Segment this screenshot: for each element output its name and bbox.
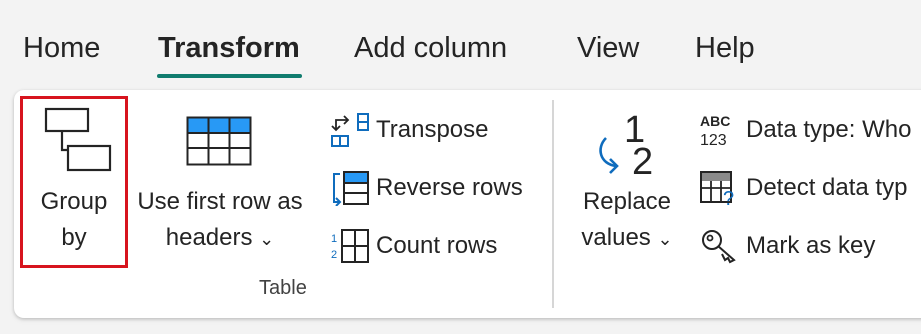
detect-data-type-label: Detect data typ	[746, 174, 908, 201]
selection-highlight	[20, 96, 128, 268]
replace-icon-two: 2	[632, 141, 653, 180]
mark-as-key-label: Mark as key	[746, 232, 876, 259]
group-separator	[552, 100, 554, 308]
use-first-row-label-line1: Use first row as	[137, 188, 303, 215]
svg-text:2: 2	[331, 249, 337, 261]
transpose-label: Transpose	[376, 116, 489, 143]
count-rows-icon: 1 2	[331, 229, 369, 263]
data-type-label: Data type: Who	[746, 116, 912, 143]
count-rows-button[interactable]: 1 2 Count rows	[330, 226, 520, 266]
tab-home[interactable]: Home	[23, 28, 100, 68]
transpose-button[interactable]: Transpose	[330, 110, 520, 150]
transpose-icon	[331, 113, 369, 147]
tab-view[interactable]: View	[577, 28, 639, 68]
use-first-row-label-text: headers	[165, 224, 253, 251]
reverse-rows-label: Reverse rows	[376, 174, 523, 201]
svg-text:?: ?	[723, 188, 734, 206]
table-group-label: Table	[259, 277, 307, 299]
active-tab-indicator	[157, 74, 302, 78]
detect-data-type-icon: ?	[700, 171, 734, 206]
reverse-rows-button[interactable]: Reverse rows	[330, 168, 540, 208]
tab-help[interactable]: Help	[695, 28, 755, 68]
use-first-row-label-line2: headers ⌄	[130, 220, 310, 257]
tab-transform[interactable]: Transform	[158, 28, 300, 68]
chevron-down-icon: ⌄	[259, 229, 275, 249]
replace-values-label-text: values	[581, 224, 651, 251]
key-icon	[702, 230, 736, 264]
data-type-icon-abc: ABC	[700, 113, 730, 129]
svg-text:1: 1	[331, 233, 337, 245]
replace-values-button[interactable]: 1 2 Replace values ⌄	[572, 100, 682, 264]
data-type-icon-123: 123	[700, 132, 727, 148]
mark-as-key-button[interactable]: Mark as key	[700, 226, 900, 266]
data-type-icon: ABC 123	[700, 113, 730, 148]
chevron-down-icon: ⌄	[657, 229, 673, 249]
use-first-row-as-headers-button[interactable]: Use first row as headers ⌄	[130, 100, 310, 264]
replace-values-icon: 1 2	[599, 109, 653, 180]
tab-add-column[interactable]: Add column	[354, 28, 507, 68]
replace-values-label-line2: values ⌄	[572, 220, 682, 257]
data-type-button[interactable]: ABC 123 Data type: Who	[700, 110, 921, 150]
reverse-rows-icon	[333, 171, 369, 206]
count-rows-label: Count rows	[376, 232, 498, 259]
ribbon-tab-bar: Home Transform Add column View Help	[0, 0, 921, 90]
table-headers-icon	[186, 116, 252, 166]
replace-values-label-line1: Replace	[582, 188, 672, 215]
detect-data-type-button[interactable]: ? Detect data typ	[700, 168, 921, 208]
